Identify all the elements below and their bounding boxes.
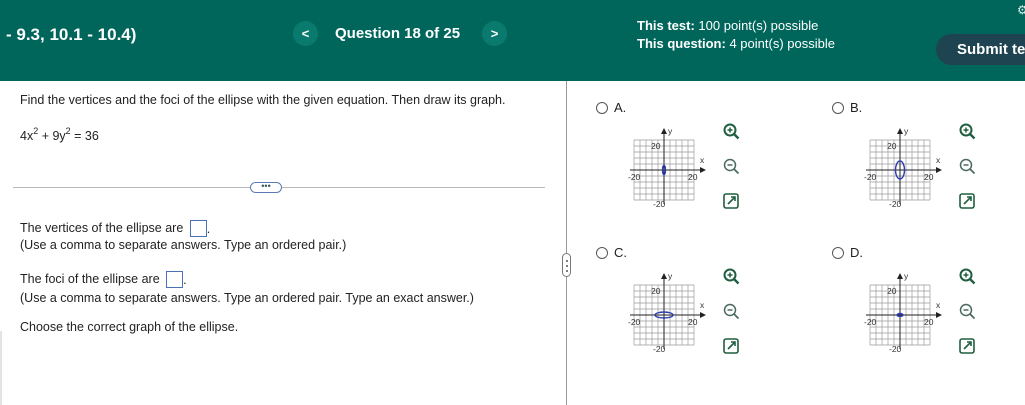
expand-icon[interactable] [722, 192, 740, 210]
option-b: B. y x 20 -20 -20 20 [832, 100, 1025, 242]
y-tick-label: 20 [887, 286, 897, 296]
vertices-hint: (Use a comma to separate answers. Type a… [20, 238, 347, 252]
test-points-label: This test: [637, 18, 695, 33]
foci-question: The foci of the ellipse are . [20, 271, 187, 288]
option-c-graph: yx20-20-20 20 [628, 271, 706, 354]
y-axis-arrow [897, 128, 903, 134]
zoom-out-icon[interactable] [958, 302, 976, 320]
question-pane: Find the vertices and the foci of the el… [0, 81, 566, 405]
more-options-button[interactable]: ••• [250, 182, 282, 193]
foci-prompt: The foci of the ellipse are [20, 271, 160, 286]
equation-exponent-y: 2 [65, 126, 71, 136]
y-axis-arrow [661, 128, 667, 134]
y-axis-arrow [897, 273, 903, 279]
zoom-in-icon[interactable] [958, 267, 976, 285]
zoom-in-icon[interactable] [722, 122, 740, 140]
equation-exponent-x: 2 [33, 126, 39, 136]
vertices-period: . [206, 221, 211, 236]
x-tick-label: -20 [864, 317, 877, 327]
test-points-value: 100 point(s) possible [698, 18, 819, 33]
option-d-radio[interactable] [832, 247, 844, 259]
option-a-graph: yx20-20-20 20 [628, 126, 706, 209]
option-d: D. y x 20 -20 -20 20 [832, 245, 1025, 387]
question-points-value: 4 point(s) possible [729, 36, 835, 51]
x-tick-label: 20 [924, 317, 934, 327]
y-tick-label: 20 [651, 141, 661, 151]
ellipse-equation: 4x2 + 9y2 = 36 [20, 126, 99, 144]
homework-title: - 9.3, 10.1 - 10.4) [6, 25, 137, 44]
foci-hint: (Use a comma to separate answers. Type a… [20, 291, 474, 305]
x-tick-label: -20 [628, 317, 641, 327]
left-scroll-edge [0, 331, 2, 405]
equation-term-x: 4x [20, 129, 34, 144]
next-question-button[interactable]: > [482, 21, 507, 46]
settings-icon[interactable]: ⚙ [1017, 3, 1025, 17]
question-counter: Question 18 of 25 [335, 25, 461, 42]
x-tick-label: -20 [864, 172, 877, 182]
x-axis-label: x [936, 155, 941, 165]
submit-test-button[interactable]: Submit te [936, 34, 1025, 65]
x-axis-arrow [700, 312, 706, 318]
y-tick-label: -20 [653, 199, 666, 209]
zoom-out-icon[interactable] [722, 302, 740, 320]
option-b-label: B. [850, 100, 863, 115]
zoom-out-icon[interactable] [722, 157, 740, 175]
y-axis-label: y [668, 271, 673, 281]
previous-question-button[interactable]: < [293, 21, 318, 46]
x-axis-arrow [936, 167, 942, 173]
option-a-radio[interactable] [596, 102, 608, 114]
foci-answer-box[interactable] [166, 271, 184, 288]
vertices-answer-box[interactable] [189, 220, 207, 237]
option-b-radio[interactable] [832, 102, 844, 114]
option-c: C. y x 20 -20 -20 20 [596, 245, 796, 387]
option-a-label: A. [614, 100, 627, 115]
x-tick-label: 20 [688, 317, 698, 327]
zoom-in-icon[interactable] [722, 267, 740, 285]
option-d-label: D. [850, 245, 863, 260]
y-tick-label: -20 [653, 344, 666, 354]
y-axis-label: y [904, 271, 909, 281]
points-info: This test: 100 point(s) possible This qu… [637, 17, 835, 53]
vertices-question: The vertices of the ellipse are . [20, 220, 210, 237]
option-c-label: C. [614, 245, 627, 260]
x-tick-label: -20 [628, 172, 641, 182]
x-axis-label: x [936, 300, 941, 310]
choose-graph-prompt: Choose the correct graph of the ellipse. [20, 320, 239, 334]
expand-icon[interactable] [958, 192, 976, 210]
x-axis-arrow [936, 312, 942, 318]
foci-period: . [183, 272, 187, 287]
option-b-graph: yx20-20-20 20 [864, 126, 942, 209]
expand-icon[interactable] [958, 337, 976, 355]
zoom-in-icon[interactable] [958, 122, 976, 140]
zoom-out-icon[interactable] [958, 157, 976, 175]
x-axis-label: x [700, 155, 705, 165]
equation-term-y: + 9y [38, 129, 66, 144]
y-tick-label: 20 [651, 286, 661, 296]
equation-rhs: = 36 [70, 129, 99, 144]
splitter-handle[interactable] [562, 253, 571, 277]
y-tick-label: -20 [889, 199, 902, 209]
x-tick-label: 20 [924, 172, 934, 182]
x-axis-label: x [700, 300, 705, 310]
y-axis-label: y [904, 126, 909, 136]
y-tick-label: -20 [889, 344, 902, 354]
pane-splitter [566, 81, 567, 405]
header-bar: - 9.3, 10.1 - 10.4) < Question 18 of 25 … [0, 0, 1025, 81]
y-axis-label: y [668, 126, 673, 136]
question-points-label: This question: [637, 36, 726, 51]
option-d-graph: yx20-20-20 20 [864, 271, 942, 354]
vertices-prompt: The vertices of the ellipse are [20, 220, 184, 235]
expand-icon[interactable] [722, 337, 740, 355]
question-instruction: Find the vertices and the foci of the el… [20, 93, 506, 107]
x-tick-label: 20 [688, 172, 698, 182]
x-axis-arrow [700, 167, 706, 173]
option-a: A. y x 20 -20 -20 20 [596, 100, 796, 242]
y-axis-arrow [661, 273, 667, 279]
y-tick-label: 20 [887, 141, 897, 151]
option-c-radio[interactable] [596, 247, 608, 259]
